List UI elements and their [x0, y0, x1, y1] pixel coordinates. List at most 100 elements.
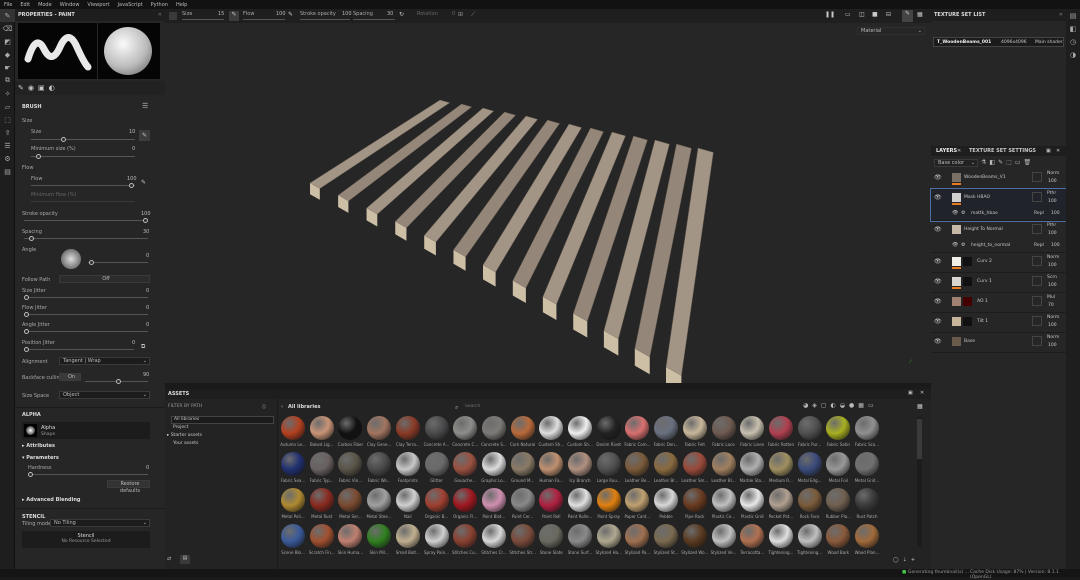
alpha-tab-icon[interactable]: ▣ — [38, 84, 45, 92]
asset-thumbnail[interactable] — [826, 416, 851, 440]
asset-thumbnail[interactable] — [568, 452, 592, 476]
shader-settings-icon[interactable]: ⚙ — [0, 152, 15, 165]
asset-thumbnail[interactable] — [367, 416, 392, 440]
size-slider[interactable] — [31, 137, 135, 142]
tb-spacing-slider[interactable] — [353, 19, 395, 20]
panel-menu-icon[interactable]: ▣ — [1046, 148, 1051, 154]
asset-thumbnail[interactable] — [424, 452, 449, 476]
asset-thumbnail[interactable] — [367, 452, 392, 476]
export-icon[interactable]: ⇪ — [0, 126, 15, 139]
asset-thumbnail[interactable] — [568, 488, 592, 512]
asset-thumbnail[interactable] — [768, 524, 793, 548]
asset-thumbnail[interactable] — [338, 416, 363, 440]
layer-opacity[interactable]: 100 — [1048, 199, 1057, 204]
layers-icon[interactable]: ◧ — [1066, 22, 1080, 35]
asset-thumbnail[interactable] — [855, 488, 879, 512]
layer-blend-mode[interactable]: Norm — [1047, 255, 1059, 260]
asset-thumbnail[interactable] — [682, 452, 707, 476]
tb-rotation-value[interactable]: 0 — [452, 11, 455, 17]
asset-thumbnail[interactable] — [568, 416, 592, 440]
hardness-slider[interactable] — [28, 472, 148, 477]
asset-thumbnail[interactable] — [539, 452, 564, 476]
flow-jitter-value[interactable]: 0 — [146, 305, 149, 311]
asset-thumbnail[interactable] — [424, 488, 449, 512]
hardness-knob[interactable] — [28, 472, 33, 477]
asset-thumbnail[interactable] — [453, 488, 478, 512]
asset-thumbnail[interactable] — [711, 416, 736, 440]
asset-thumbnail[interactable] — [855, 452, 879, 476]
asset-thumbnail[interactable] — [510, 524, 535, 548]
tree-starter-assets[interactable]: ▸ Starter assets — [167, 433, 202, 438]
asset-thumbnail[interactable] — [453, 416, 478, 440]
size-value[interactable]: 10 — [129, 129, 135, 135]
angle-jitter-slider[interactable] — [24, 329, 148, 334]
stroke-opacity-value[interactable]: 100 — [141, 211, 151, 217]
panel-close-icon[interactable]: ✕ — [158, 12, 162, 18]
backface-value[interactable]: 90 — [143, 372, 149, 378]
tb-symmetry-icon[interactable]: ⊞ — [458, 11, 463, 18]
clone-icon[interactable]: ⧉ — [0, 74, 15, 87]
menu-item[interactable]: Edit — [20, 2, 30, 8]
layer-row[interactable]: 👁 Mask HBAO Pthr 100 👁 ⚙ mattk_hbao Repl 100 — [930, 188, 1067, 222]
asset-thumbnail[interactable] — [625, 488, 650, 512]
asset-thumbnail[interactable] — [539, 416, 564, 440]
follow-path-toggle[interactable]: Off — [59, 275, 150, 283]
spacing-value[interactable]: 30 — [143, 229, 149, 235]
3d-viewport[interactable]: Material ⌄ ⟋ — [165, 23, 931, 394]
menu-item[interactable]: Window — [60, 2, 80, 8]
brush-menu-icon[interactable]: ☰ — [142, 102, 148, 110]
camera-icon[interactable]: ◫ — [859, 11, 865, 18]
add-asset-icon[interactable]: + — [911, 557, 919, 563]
asset-thumbnail[interactable] — [768, 416, 793, 440]
layer-blend-mode[interactable]: Pthr — [1047, 191, 1056, 196]
layer-opacity[interactable]: 100 — [1048, 343, 1057, 348]
geometry-fill-icon[interactable]: ◆ — [0, 48, 15, 61]
texture-set-item[interactable]: T_WoodenBeams_001 4096x4096 Main shader — [933, 37, 1064, 47]
effect-blend[interactable]: Repl — [1034, 211, 1044, 216]
toolbar-dock-icon[interactable] — [169, 12, 177, 20]
layer-row[interactable]: 👁 WoodenBeams_V1 Norm 100 — [931, 169, 1066, 189]
tb-flow-pressure-icon[interactable]: ✎ — [288, 11, 293, 18]
layer-row[interactable]: 👁 Curv 1 Scrn 100 — [931, 273, 1066, 293]
asset-thumbnail[interactable] — [309, 452, 334, 476]
asset-thumbnail[interactable] — [768, 488, 793, 512]
projection-icon[interactable]: ◩ — [0, 35, 15, 48]
layer-blend-mode[interactable]: Norm — [1047, 335, 1059, 340]
asset-thumbnail[interactable] — [826, 488, 851, 512]
asset-thumbnail[interactable] — [768, 452, 793, 476]
texture-set-list-icon[interactable]: ▤ — [1066, 9, 1080, 22]
asset-thumbnail[interactable] — [338, 488, 363, 512]
layer-row[interactable]: 👁 AO 1 Mul 70 — [931, 293, 1066, 313]
asset-thumbnail[interactable] — [539, 488, 564, 512]
menu-item[interactable]: Viewport — [87, 2, 109, 8]
assets-search-input[interactable] — [465, 402, 795, 411]
layer-blend-mode[interactable]: Pthr — [1047, 223, 1056, 228]
display-icon[interactable]: ◑ — [1066, 48, 1080, 61]
asset-thumbnail[interactable] — [855, 524, 879, 548]
flow-jitter-slider[interactable] — [24, 312, 148, 317]
history-icon[interactable]: ◷ — [1066, 35, 1080, 48]
asset-thumbnail[interactable] — [568, 524, 592, 548]
asset-thumbnail[interactable] — [797, 452, 822, 476]
filter-textures-icon[interactable]: ▢ — [821, 402, 831, 409]
visibility-eye-icon[interactable]: 👁 — [934, 298, 942, 305]
tb-stroke-opacity-slider[interactable] — [300, 19, 350, 20]
asset-thumbnail[interactable] — [481, 488, 506, 512]
asset-thumbnail[interactable] — [797, 524, 822, 548]
asset-thumbnail[interactable] — [281, 452, 305, 476]
visibility-eye-icon[interactable]: 👁 — [934, 226, 942, 233]
layer-row[interactable]: 👁 Base Norm 100 — [931, 333, 1066, 353]
tb-flow-value[interactable]: 100 — [276, 11, 286, 17]
asset-thumbnail[interactable] — [711, 488, 736, 512]
asset-thumbnail[interactable] — [654, 416, 679, 440]
asset-thumbnail[interactable] — [826, 524, 851, 548]
picker-icon[interactable]: ✧ — [0, 87, 15, 100]
angle-jitter-value[interactable]: 0 — [146, 322, 149, 328]
asset-thumbnail[interactable] — [740, 524, 765, 548]
menu-item[interactable]: Python — [151, 2, 168, 8]
material-tab-icon[interactable]: ◉ — [28, 84, 34, 92]
asset-thumbnail[interactable] — [338, 524, 363, 548]
tab-layers[interactable]: LAYERS — [936, 148, 957, 154]
tb-size-value[interactable]: 15 — [218, 11, 224, 17]
asset-thumbnail[interactable] — [740, 488, 765, 512]
